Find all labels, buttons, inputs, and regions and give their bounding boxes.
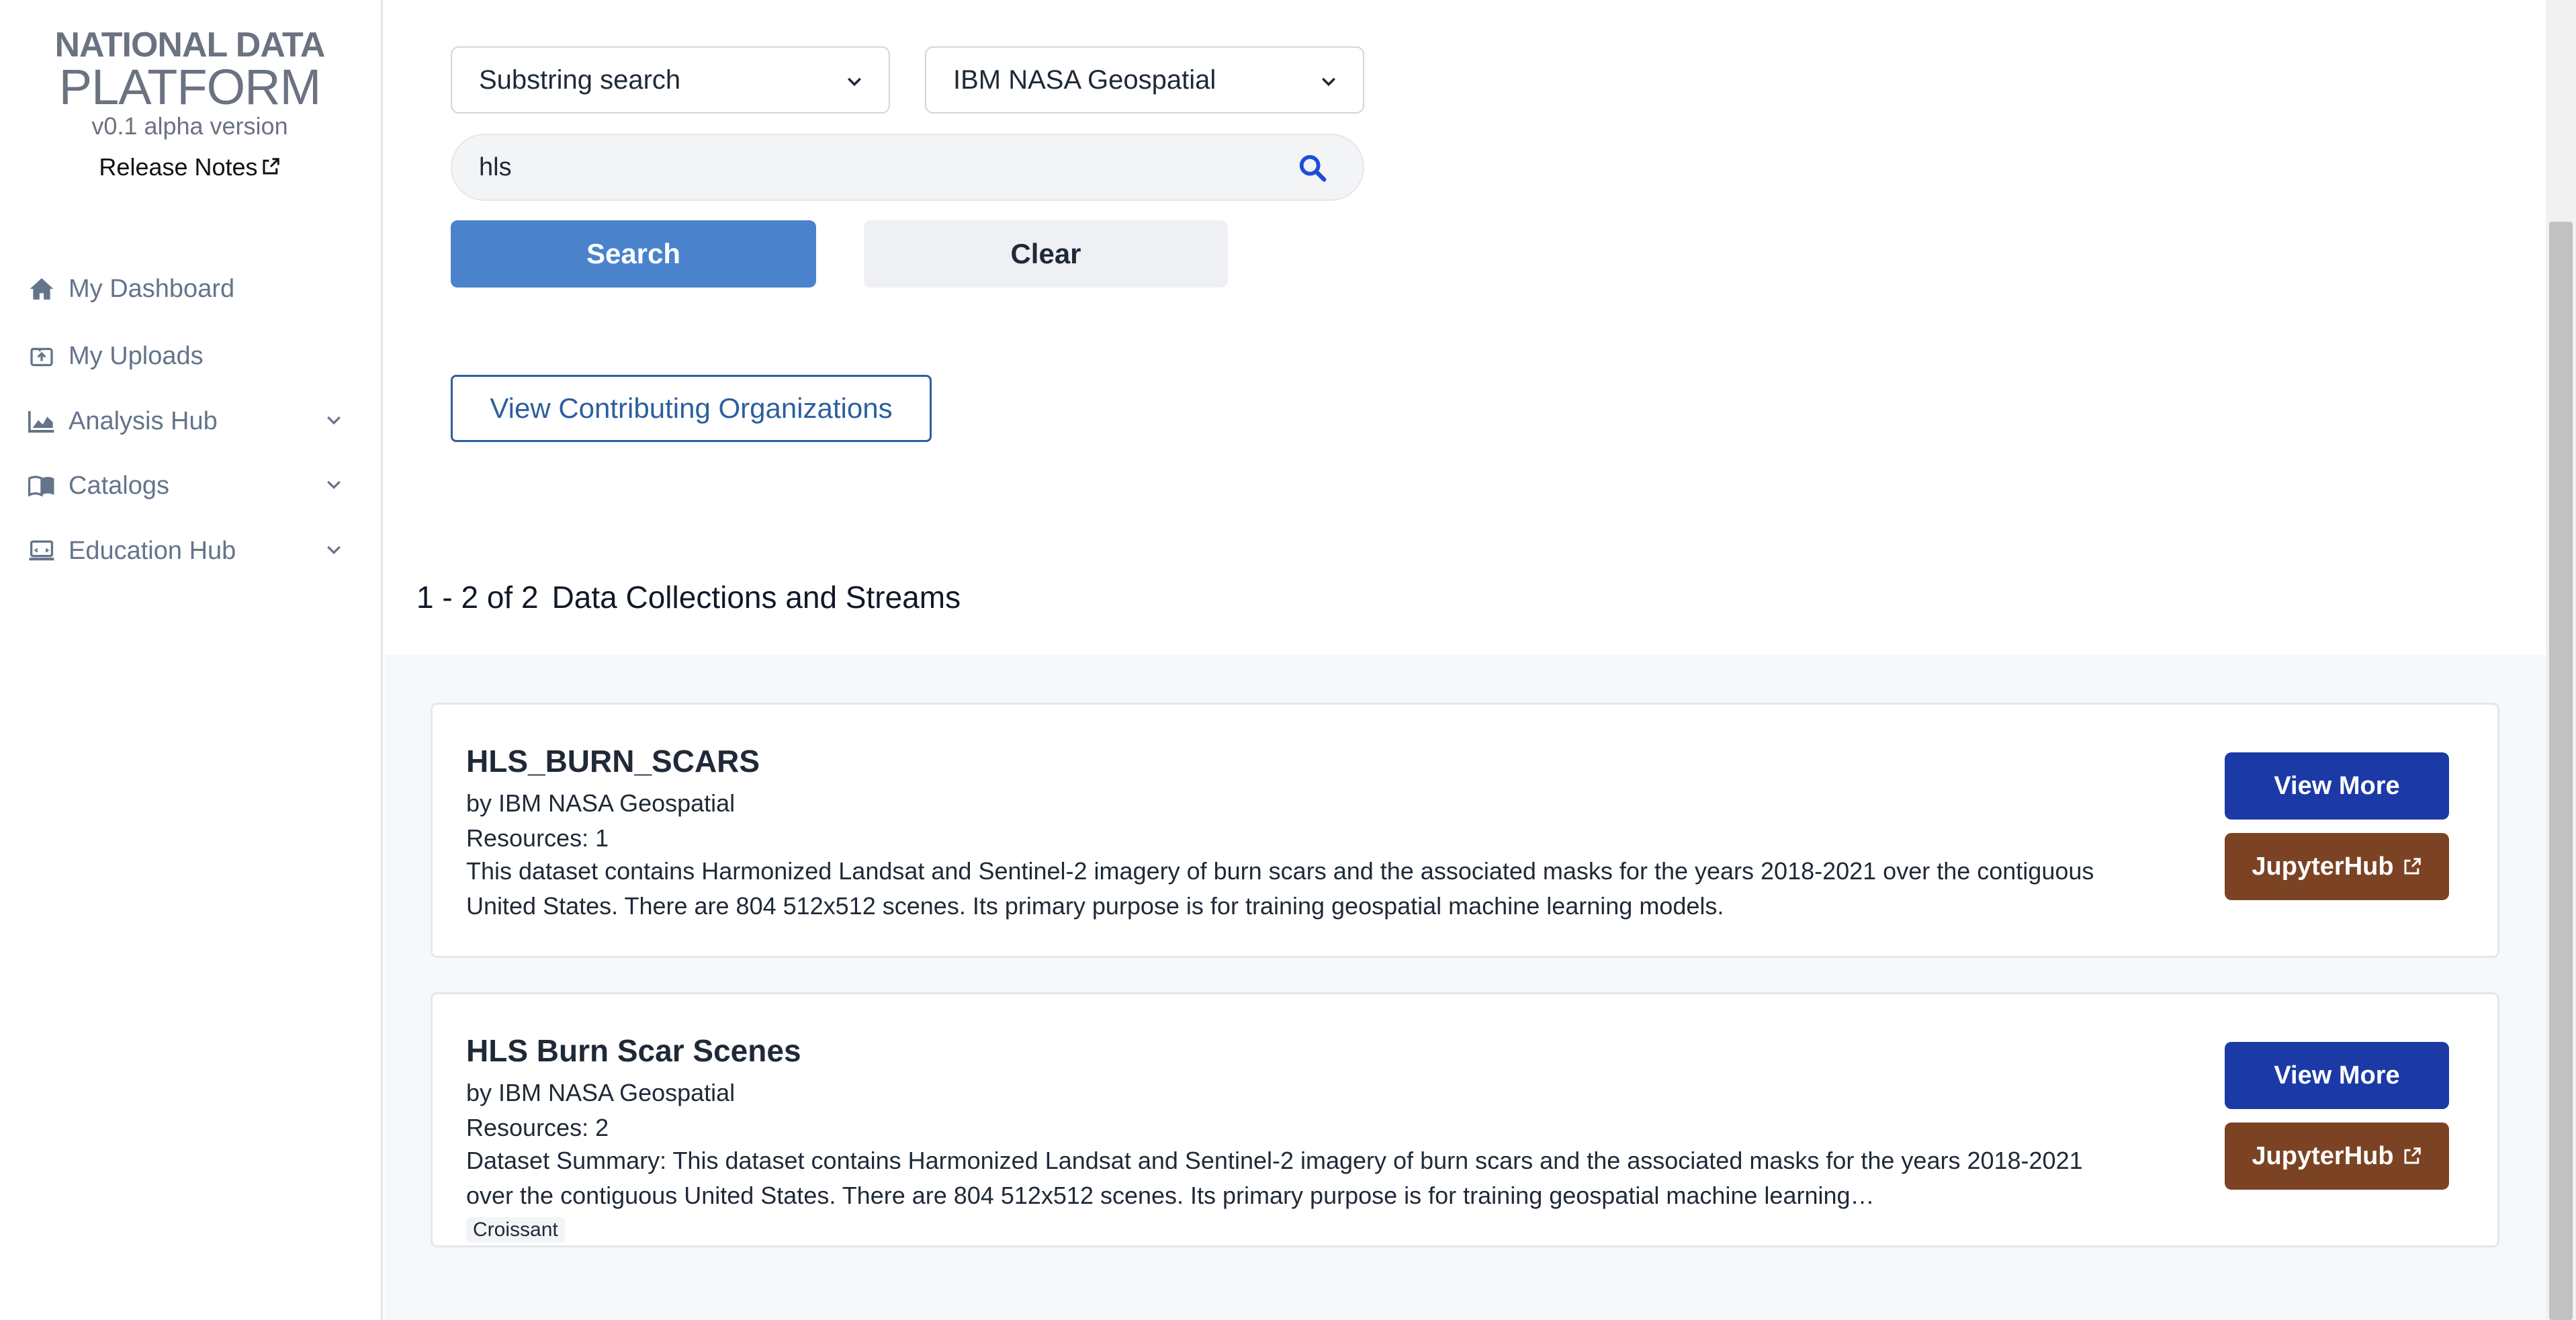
external-link-icon bbox=[2404, 1147, 2421, 1164]
sidebar-item-catalogs[interactable]: Catalogs bbox=[28, 466, 351, 506]
result-resources: Resources: 1 bbox=[466, 824, 609, 852]
result-organization: by IBM NASA Geospatial bbox=[466, 1079, 736, 1106]
result-organization: by IBM NASA Geospatial bbox=[466, 789, 736, 817]
sidebar-item-label: My Uploads bbox=[69, 341, 204, 370]
organization-select[interactable]: IBM NASA Geospatial bbox=[925, 46, 1364, 114]
book-icon bbox=[28, 472, 55, 499]
result-resources: Resources: 2 bbox=[466, 1114, 609, 1141]
external-link-icon bbox=[263, 158, 279, 175]
chevron-down-icon[interactable] bbox=[324, 475, 344, 495]
view-more-button[interactable]: View More bbox=[2225, 1042, 2449, 1109]
view-contributing-organizations-button[interactable]: View Contributing Organizations bbox=[451, 375, 932, 442]
sidebar: NATIONAL DATA PLATFORM v0.1 alpha versio… bbox=[0, 0, 383, 1320]
release-notes-link[interactable]: Release Notes bbox=[0, 153, 380, 181]
search-query: hls bbox=[479, 152, 512, 181]
laptop-icon bbox=[28, 537, 55, 564]
result-title[interactable]: HLS_BURN_SCARS bbox=[466, 743, 760, 779]
jupyterhub-label: JupyterHub bbox=[2252, 1141, 2394, 1170]
sidebar-item-label: Catalogs bbox=[69, 471, 169, 500]
brand-logo[interactable]: NATIONAL DATA PLATFORM v0.1 alpha versio… bbox=[0, 27, 380, 141]
external-link-icon bbox=[2404, 858, 2421, 875]
scrollbar-thumb[interactable] bbox=[2549, 222, 2573, 1320]
view-more-button[interactable]: View More bbox=[2225, 752, 2449, 820]
search-icon[interactable] bbox=[1297, 152, 1328, 183]
jupyterhub-button[interactable]: JupyterHub bbox=[2225, 1123, 2449, 1190]
version-label: v0.1 alpha version bbox=[91, 112, 288, 140]
result-description: This dataset contains Harmonized Landsat… bbox=[466, 857, 2094, 920]
sidebar-item-label: My Dashboard bbox=[69, 274, 235, 303]
chevron-down-icon[interactable] bbox=[324, 410, 344, 431]
chevron-down-icon[interactable] bbox=[324, 540, 344, 560]
sidebar-item-analysis-hub[interactable]: Analysis Hub bbox=[28, 401, 351, 441]
release-notes-label: Release Notes bbox=[99, 153, 258, 181]
search-mode-value: Substring search bbox=[479, 64, 681, 95]
chevron-down-icon bbox=[1322, 77, 1335, 87]
result-title[interactable]: HLS Burn Scar Scenes bbox=[466, 1032, 801, 1069]
search-input[interactable]: hls bbox=[451, 134, 1364, 201]
search-mode-select[interactable]: Substring search bbox=[451, 46, 890, 114]
home-icon bbox=[28, 275, 55, 302]
sidebar-item-label: Education Hub bbox=[69, 536, 236, 565]
jupyterhub-label: JupyterHub bbox=[2252, 852, 2394, 881]
brand-line1: NATIONAL DATA bbox=[54, 26, 326, 64]
search-button[interactable]: Search bbox=[451, 220, 816, 288]
result-card: HLS Burn Scar Scenes by IBM NASA Geospat… bbox=[431, 992, 2499, 1247]
sidebar-item-label: Analysis Hub bbox=[69, 406, 218, 435]
sidebar-item-my-dashboard[interactable]: My Dashboard bbox=[28, 269, 351, 309]
format-tag: Croissant bbox=[466, 1217, 565, 1243]
brand-line2: PLATFORM bbox=[58, 59, 321, 115]
result-card: HLS_BURN_SCARS by IBM NASA Geospatial Re… bbox=[431, 703, 2499, 958]
sidebar-item-my-uploads[interactable]: My Uploads bbox=[28, 336, 351, 376]
organization-value: IBM NASA Geospatial bbox=[953, 64, 1216, 95]
chevron-down-icon bbox=[848, 77, 861, 87]
jupyterhub-button[interactable]: JupyterHub bbox=[2225, 833, 2449, 900]
chart-icon bbox=[28, 408, 55, 435]
results-range: 1 - 2 of 2 bbox=[416, 580, 539, 615]
results-summary: 1 - 2 of 2 Data Collections and Streams bbox=[416, 579, 961, 615]
result-description: Dataset Summary: This dataset contains H… bbox=[466, 1147, 2083, 1209]
clear-button[interactable]: Clear bbox=[864, 220, 1228, 288]
upload-icon bbox=[28, 343, 55, 369]
results-label: Data Collections and Streams bbox=[551, 580, 961, 615]
sidebar-item-education-hub[interactable]: Education Hub bbox=[28, 531, 351, 571]
